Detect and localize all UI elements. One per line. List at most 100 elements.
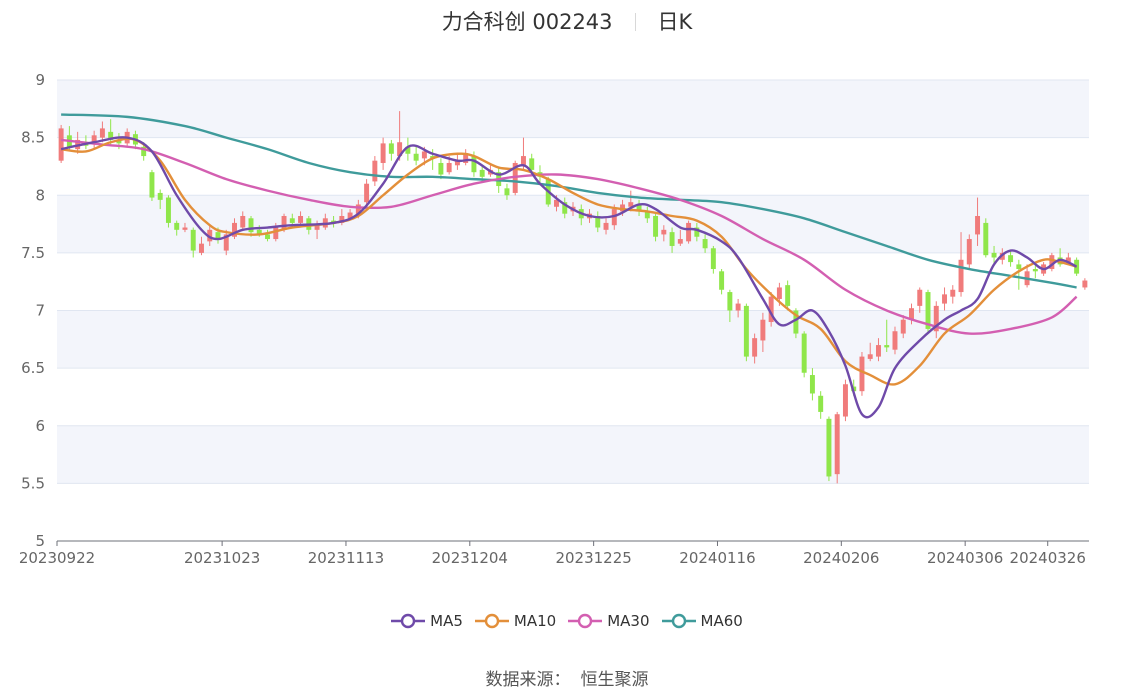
candle-body: [710, 248, 716, 270]
candle-body: [653, 215, 659, 237]
candle-body: [388, 143, 394, 154]
candle-body: [818, 395, 824, 412]
candle-body: [273, 227, 279, 240]
legend-marker-icon: [474, 613, 509, 629]
candle-body: [199, 243, 204, 253]
candle-body: [776, 287, 782, 299]
y-tick-label: 8.5: [21, 129, 45, 147]
candle-body: [760, 319, 766, 341]
y-tick-label: 9: [35, 71, 45, 89]
candle-body: [413, 153, 419, 161]
candle-body: [719, 271, 725, 290]
x-tick-label: 20231204: [432, 549, 508, 567]
data-source: 数据来源： 恒生聚源: [0, 665, 1134, 690]
candle-body: [958, 259, 964, 293]
y-tick-label: 7: [35, 302, 45, 320]
candle-body: [834, 414, 840, 475]
candle-body: [298, 215, 304, 223]
candle-body: [471, 156, 477, 173]
candle-body: [875, 345, 881, 357]
candle-body: [942, 294, 947, 304]
candle-body: [826, 418, 832, 477]
candle-body: [975, 215, 981, 235]
candle-body: [735, 303, 741, 311]
candle-body: [900, 319, 906, 334]
candle-body: [479, 169, 485, 177]
candle-body: [785, 285, 791, 306]
legend-item-ma60[interactable]: MA60: [661, 612, 743, 630]
candle-body: [809, 375, 815, 394]
background-band: [57, 425, 1089, 484]
candle-body: [504, 188, 510, 196]
legend-item-ma30[interactable]: MA30: [568, 612, 650, 630]
candle-body: [529, 158, 535, 170]
candle-body: [438, 162, 444, 175]
candle-body: [966, 239, 972, 265]
candle-body: [1082, 280, 1088, 288]
candle-body: [727, 292, 733, 311]
legend-label: MA5: [430, 612, 463, 630]
x-tick-label: 20240306: [927, 549, 1003, 567]
y-tick-label: 7.5: [21, 244, 45, 262]
candle-body: [372, 160, 378, 182]
candle-body: [867, 354, 873, 359]
candle-body: [174, 222, 180, 230]
candle-body: [265, 234, 271, 240]
series-line-ma5: [60, 136, 1078, 419]
candle-body: [364, 183, 370, 203]
candle-body: [421, 151, 427, 159]
candle-body: [380, 143, 386, 163]
candle-body: [991, 252, 997, 258]
legend-marker-icon: [391, 613, 426, 629]
legend-label: MA10: [513, 612, 557, 630]
y-tick-label: 5.5: [21, 474, 45, 492]
x-tick-label: 20240326: [1010, 549, 1086, 567]
candle-body: [884, 345, 890, 348]
candle-body: [190, 229, 196, 251]
candle-body: [686, 222, 692, 242]
x-tick-label: 20230922: [19, 549, 95, 567]
candle-body: [669, 232, 675, 246]
candle-body: [842, 384, 848, 417]
data-source-label: 数据来源：: [485, 670, 571, 690]
candle-body: [892, 331, 898, 350]
candle-body: [446, 162, 452, 173]
candle-body: [743, 305, 749, 357]
candle-body: [661, 229, 667, 235]
candle-body: [58, 128, 64, 161]
candle-body: [677, 239, 683, 244]
y-tick-label: 6.5: [21, 359, 45, 377]
y-tick-label: 8: [35, 186, 45, 204]
candle-body: [157, 192, 163, 200]
x-tick-label: 20240206: [803, 549, 879, 567]
candle-body: [248, 218, 254, 233]
legend-item-ma5[interactable]: MA5: [391, 612, 463, 630]
candle-body: [917, 289, 923, 306]
candle-body: [165, 197, 171, 223]
candle-body: [1016, 264, 1022, 270]
candle-body: [859, 356, 865, 392]
candle-body: [520, 156, 526, 166]
x-tick-label: 20231225: [555, 549, 631, 567]
candle-body: [603, 222, 609, 230]
candle-body: [702, 239, 708, 249]
legend-label: MA30: [607, 612, 650, 630]
x-tick-label: 20240116: [679, 549, 755, 567]
legend-item-ma10[interactable]: MA10: [474, 612, 557, 630]
candle-body: [950, 289, 956, 297]
candlestick-chart: 5 5.5 6 6.5 7 7.5 8 8.5 9 20230922 20231023 2023111…: [19, 71, 1089, 567]
candle-body: [289, 218, 295, 223]
candle-body: [99, 128, 105, 138]
y-tick-label: 6: [35, 417, 45, 435]
candle-body: [752, 338, 758, 357]
candle-body: [983, 222, 989, 256]
candle-body: [149, 172, 155, 198]
candle-body: [801, 333, 807, 373]
candle-body: [1008, 255, 1014, 263]
legend: MA5 MA10 MA30 MA60: [0, 612, 1134, 633]
legend-marker-icon: [568, 613, 603, 629]
y-tick-label: 5: [35, 532, 45, 550]
background-band: [57, 80, 1089, 138]
x-tick-label: 20231023: [184, 549, 260, 567]
candle-body: [240, 215, 246, 228]
